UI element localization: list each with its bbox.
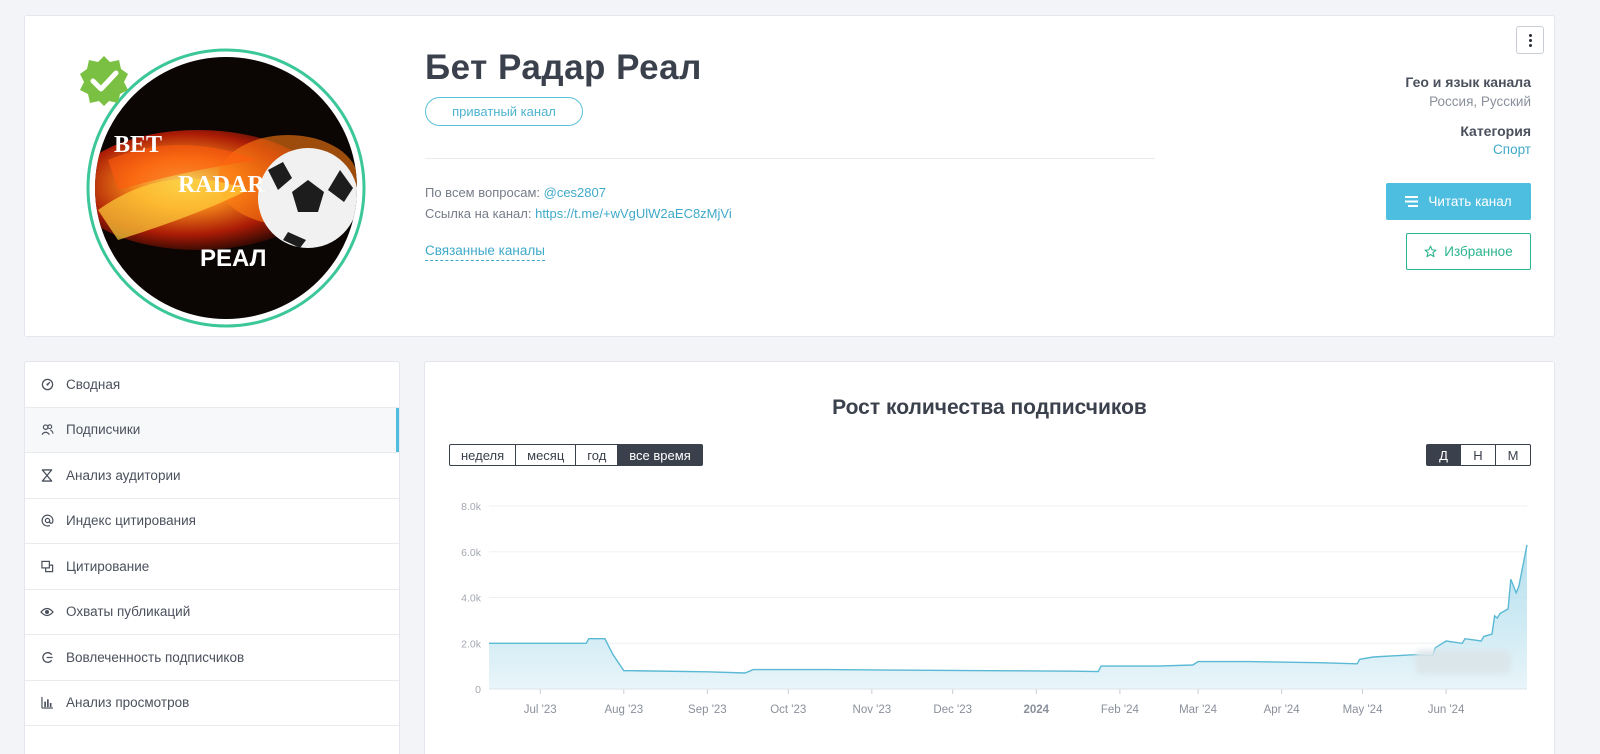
private-channel-badge: приватный канал [425, 97, 583, 126]
x-tick-label: Mar '24 [1179, 704, 1218, 716]
y-tick-label: 0 [475, 684, 481, 696]
channel-title: Бет Радар Реал [425, 48, 702, 87]
x-tick-label: Oct '23 [770, 704, 806, 716]
sidebar-item-reach[interactable]: Охваты публикаций [25, 590, 399, 635]
x-tick-label: Sep '23 [688, 704, 727, 716]
at-icon [40, 514, 54, 528]
bar-chart-icon [40, 696, 54, 710]
series-line [489, 544, 1528, 674]
y-tick-label: 2.0k [461, 638, 482, 650]
series-area [489, 544, 1527, 689]
sidebar-item-citation-index[interactable]: Индекс цитирования [25, 499, 399, 544]
x-tick-label: Nov '23 [853, 704, 892, 716]
kebab-dot-icon [1528, 43, 1532, 47]
dashboard-icon [40, 377, 54, 391]
geo-value: Россия, Русский [1429, 94, 1531, 109]
star-icon [1424, 245, 1437, 258]
sidebar-item-subscribers[interactable]: Подписчики [25, 407, 399, 453]
sidebar-item-audience[interactable]: Анализ аудитории [25, 453, 399, 499]
sidebar-item-engagement[interactable]: Вовлеченность подписчиков [25, 635, 399, 681]
subscribers-chart: 0 2.0k 4.0k 6.0k 8.0k Jul '23 Aug '23 Sep '23 Oc… [461, 501, 1528, 716]
sidebar-item-label: Вовлеченность подписчиков [66, 649, 245, 665]
read-list-icon [1405, 196, 1419, 207]
sidebar-item-summary[interactable]: Сводная [25, 362, 399, 408]
hourglass-icon [40, 468, 54, 482]
x-tick-label: Jul '23 [524, 704, 557, 716]
channel-link[interactable]: https://t.me/+wVgUlW2aEC8zMjVi [535, 206, 732, 221]
sidebar-item-label: Анализ аудитории [66, 467, 181, 483]
quote-icon [40, 559, 54, 573]
questions-contact-link[interactable]: @ces2807 [544, 185, 606, 200]
more-options-button[interactable] [1516, 26, 1544, 54]
sidebar-item-label: Индекс цитирования [66, 513, 196, 529]
read-channel-button[interactable]: Читать канал [1386, 183, 1531, 220]
y-tick-label: 4.0k [461, 593, 482, 605]
subscribers-chart-card: Рост количества подписчиков неделя месяц… [424, 361, 1555, 754]
y-tick-label: 8.0k [461, 501, 482, 513]
favorite-label: Избранное [1444, 244, 1513, 259]
watermark-blur [1415, 650, 1511, 674]
x-tick-label: Jun '24 [1428, 704, 1465, 716]
x-tick-label: Feb '24 [1101, 704, 1140, 716]
category-value[interactable]: Спорт [1493, 142, 1531, 157]
sidebar-item-label: Подписчики [66, 422, 141, 438]
sidebar-item-label: Цитирование [66, 558, 150, 574]
kebab-dot-icon [1528, 38, 1532, 42]
read-channel-label: Читать канал [1428, 194, 1512, 209]
x-tick-label: Aug '23 [604, 704, 643, 716]
x-tick-label: Dec '23 [933, 704, 972, 716]
engagement-icon [40, 650, 54, 664]
header-divider [425, 158, 1155, 159]
questions-line: По всем вопросам: @ces2807 [425, 185, 606, 200]
geo-label: Гео и язык канала [1405, 74, 1531, 90]
sidebar-item-views[interactable]: Анализ просмотров [25, 681, 399, 726]
sidebar-item-citations[interactable]: Цитирование [25, 544, 399, 590]
x-tick-label: May '24 [1343, 704, 1384, 716]
avatar-text-real: РЕАЛ [200, 245, 266, 272]
channel-header-card: BET RADAR РЕАЛ Бет Радар Реал приватный … [24, 15, 1555, 337]
questions-label: По всем вопросам: [425, 185, 540, 200]
y-tick-label: 6.0k [461, 547, 482, 559]
sidebar-item-label: Анализ просмотров [66, 695, 190, 711]
favorite-button[interactable]: Избранное [1406, 233, 1531, 270]
stats-sidebar: Сводная Подписчики Анализ аудитории Инде… [24, 361, 400, 754]
related-channels-link[interactable]: Связанные каналы [425, 243, 545, 261]
channel-link-label: Ссылка на канал: [425, 206, 532, 221]
channel-link-line: Ссылка на канал: https://t.me/+wVgUlW2aE… [425, 206, 732, 221]
channel-avatar: BET RADAR РЕАЛ [78, 40, 374, 336]
eye-icon [40, 605, 54, 619]
category-label: Категория [1460, 123, 1531, 139]
x-tick-label: Apr '24 [1264, 704, 1301, 716]
sidebar-item-label: Охваты публикаций [66, 604, 191, 620]
kebab-dot-icon [1528, 33, 1532, 37]
sidebar-item-label: Сводная [66, 376, 121, 392]
avatar-text-radar: RADAR [178, 172, 265, 198]
users-icon [40, 423, 54, 437]
verified-icon [80, 56, 128, 106]
avatar-text-bet: BET [114, 132, 162, 158]
x-tick-label: 2024 [1024, 704, 1050, 716]
